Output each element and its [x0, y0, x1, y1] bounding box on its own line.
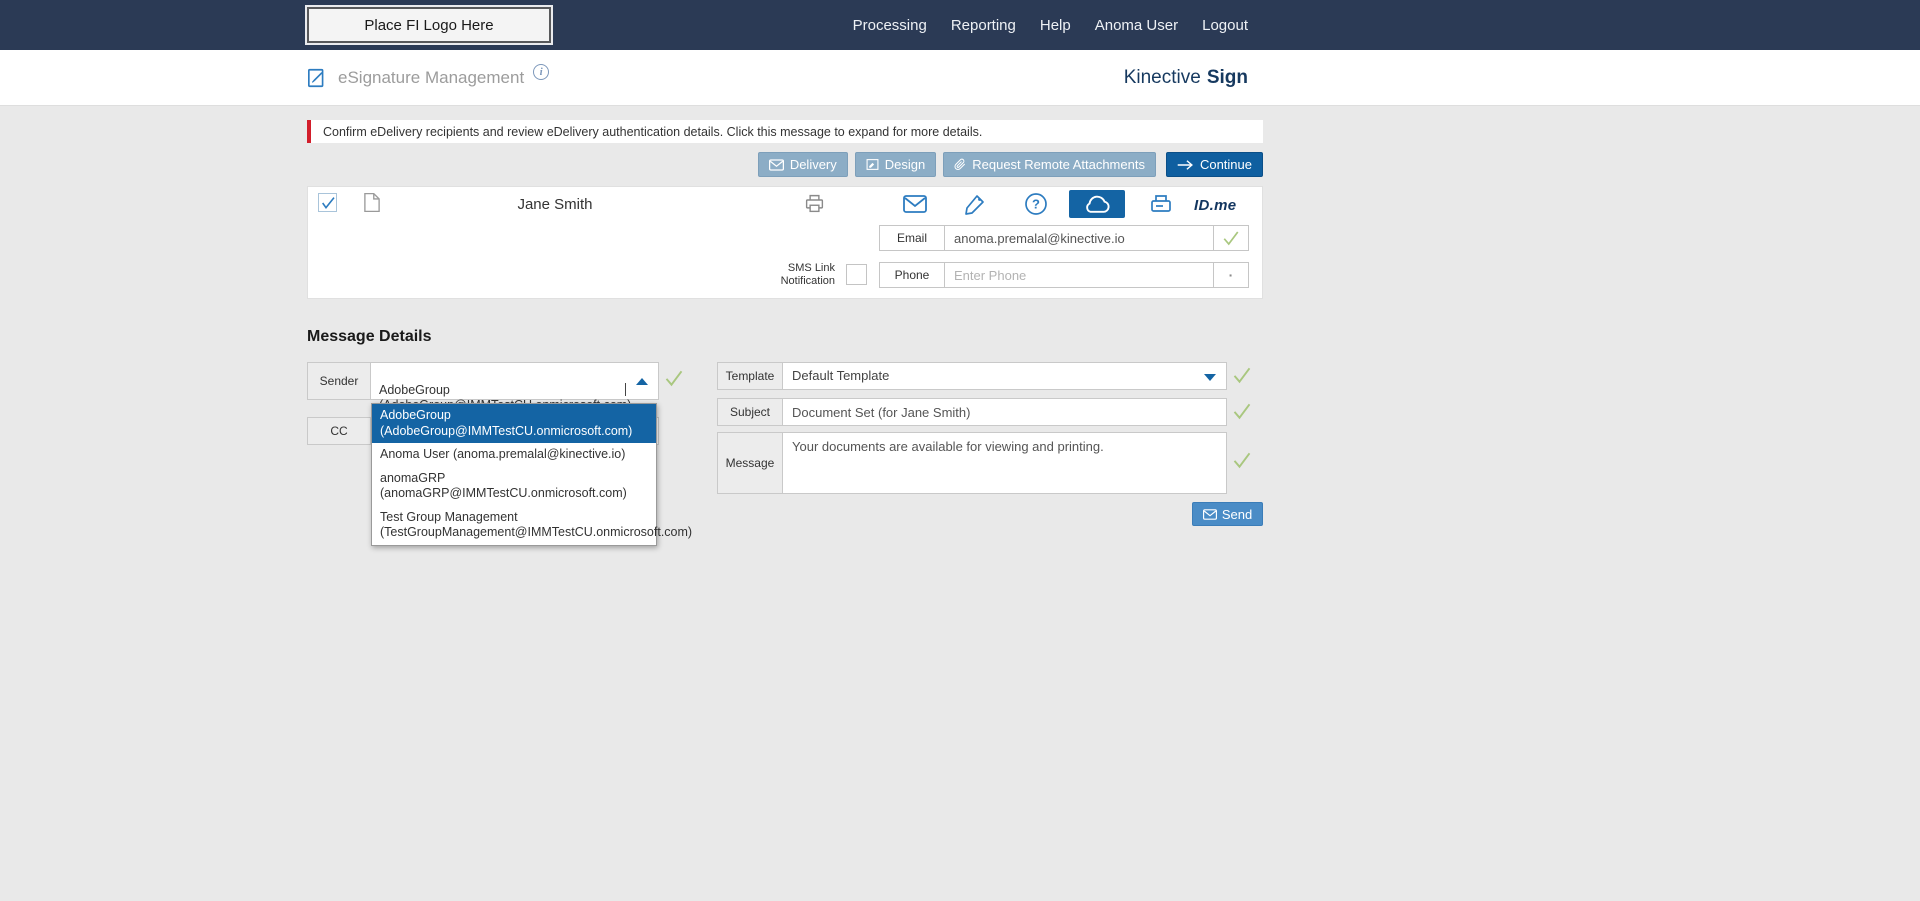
sender-option-anoma-user[interactable]: Anoma User (anoma.premalal@kinective.io) [372, 443, 656, 467]
email-input-wrap [945, 225, 1214, 251]
design-button[interactable]: Design [854, 152, 937, 177]
page-title: eSignature Management [338, 68, 525, 87]
template-valid-check-icon [1232, 365, 1252, 385]
nav-current-user[interactable]: Anoma User [1095, 17, 1178, 34]
idme-auth-icon[interactable]: ID.me [1194, 197, 1236, 214]
question-auth-icon[interactable]: ? [1024, 192, 1048, 216]
envelope-icon [1202, 508, 1217, 520]
design-icon [866, 158, 879, 171]
brand-name: Kinective [1123, 67, 1201, 88]
sender-combobox[interactable]: AdobeGroup (AdobeGroup@IMMTestCU.onmicro… [371, 362, 659, 412]
design-label: Design [884, 157, 926, 172]
paperclip-icon [954, 158, 966, 171]
message-textarea[interactable]: Your documents are available for viewing… [783, 433, 1226, 493]
template-select[interactable]: Default Template [783, 362, 1227, 390]
fi-logo-placeholder[interactable]: Place FI Logo Here [305, 5, 553, 45]
page-header: eSignature Management i Kinective Sign [0, 50, 1920, 106]
message-valid-check-icon [1232, 450, 1252, 470]
green-check-icon [1222, 229, 1240, 247]
chevron-up-icon[interactable] [636, 378, 648, 385]
printer-icon[interactable] [804, 193, 825, 214]
checkmark-icon [320, 195, 336, 211]
subject-label: Subject [717, 398, 783, 426]
send-label: Send [1221, 506, 1253, 522]
phone-input-wrap [945, 262, 1214, 288]
email-label: Email [879, 225, 945, 251]
fax-auth-icon[interactable] [1148, 192, 1174, 216]
template-field-row: Template Default Template [717, 362, 1227, 390]
phone-field-group: Phone · [879, 262, 1249, 288]
sender-valid-check-icon [664, 368, 684, 388]
phone-label: Phone [879, 262, 945, 288]
cloud-auth-icon-selected[interactable] [1069, 190, 1125, 218]
subject-input[interactable] [783, 399, 1226, 425]
subject-valid-check-icon [1232, 401, 1252, 421]
esignature-doc-icon [307, 67, 329, 89]
phone-valid-cell: · [1214, 262, 1249, 288]
brand-logo: Kinective Sign [1124, 50, 1248, 106]
edelivery-alert-banner[interactable]: Confirm eDelivery recipients and review … [307, 120, 1263, 143]
text-cursor [625, 383, 626, 396]
sender-label: Sender [307, 362, 371, 400]
info-icon[interactable]: i [533, 64, 550, 80]
sms-link-notification-label: SMS Link Notification [780, 262, 835, 287]
delivery-label: Delivery [789, 157, 837, 172]
nav-reporting[interactable]: Reporting [951, 17, 1016, 34]
email-auth-icon[interactable] [902, 195, 928, 213]
arrow-right-icon [1177, 159, 1194, 171]
request-remote-attachments-label: Request Remote Attachments [972, 157, 1145, 172]
subject-input-wrap [783, 398, 1227, 426]
cc-label: CC [307, 417, 371, 445]
recipient-name: Jane Smith [517, 196, 593, 213]
email-field-group: Email [879, 225, 1249, 251]
document-icon[interactable] [364, 192, 380, 213]
brand-suffix: Sign [1206, 67, 1248, 88]
recipient-card: Jane Smith ? ID.me Email SMS Link Notifi… [307, 186, 1263, 299]
sender-field-row: Sender AdobeGroup (AdobeGroup@IMMTestCU.… [307, 362, 659, 412]
svg-text:?: ? [1032, 197, 1040, 212]
delivery-button[interactable]: Delivery [757, 152, 848, 177]
message-details-heading: Message Details [307, 328, 432, 345]
continue-label: Continue [1199, 157, 1252, 172]
sender-option-adobegroup[interactable]: AdobeGroup (AdobeGroup@IMMTestCU.onmicro… [372, 404, 656, 443]
email-valid-cell [1214, 225, 1249, 251]
send-button[interactable]: Send [1192, 502, 1263, 526]
phone-marker: · [1228, 267, 1234, 283]
signature-pen-auth-icon[interactable] [963, 192, 987, 216]
sender-option-test-group-management[interactable]: Test Group Management (TestGroupManageme… [372, 506, 692, 545]
template-label: Template [717, 362, 783, 390]
nav-processing[interactable]: Processing [853, 17, 927, 34]
envelope-icon [768, 158, 784, 171]
sender-option-anomagrp[interactable]: anomaGRP (anomaGRP@IMMTestCU.onmicrosoft… [372, 467, 656, 506]
subject-field-row: Subject [717, 398, 1227, 426]
email-input[interactable] [945, 226, 1213, 250]
nav-help[interactable]: Help [1040, 17, 1071, 34]
message-field-row: Message Your documents are available for… [717, 432, 1227, 494]
phone-input[interactable] [945, 263, 1213, 287]
message-textarea-wrap: Your documents are available for viewing… [783, 432, 1227, 494]
message-label: Message [717, 432, 783, 494]
chevron-down-icon[interactable] [1204, 374, 1216, 381]
action-buttons-row: Delivery Design Request Remote Attachmen… [307, 152, 1263, 177]
request-remote-attachments-button[interactable]: Request Remote Attachments [943, 152, 1156, 177]
recipient-checkbox[interactable] [318, 193, 337, 212]
fi-logo-text: Place FI Logo Here [364, 16, 494, 34]
template-value: Default Template [792, 368, 890, 383]
alert-text: Confirm eDelivery recipients and review … [323, 124, 983, 139]
sms-link-notification-checkbox[interactable] [846, 264, 867, 285]
top-nav: Processing Reporting Help Anoma User Log… [853, 0, 1248, 50]
nav-logout[interactable]: Logout [1202, 17, 1248, 34]
sender-dropdown-list: AdobeGroup (AdobeGroup@IMMTestCU.onmicro… [371, 403, 692, 546]
top-bar: Place FI Logo Here Processing Reporting … [0, 0, 1920, 50]
continue-button[interactable]: Continue [1165, 152, 1263, 177]
